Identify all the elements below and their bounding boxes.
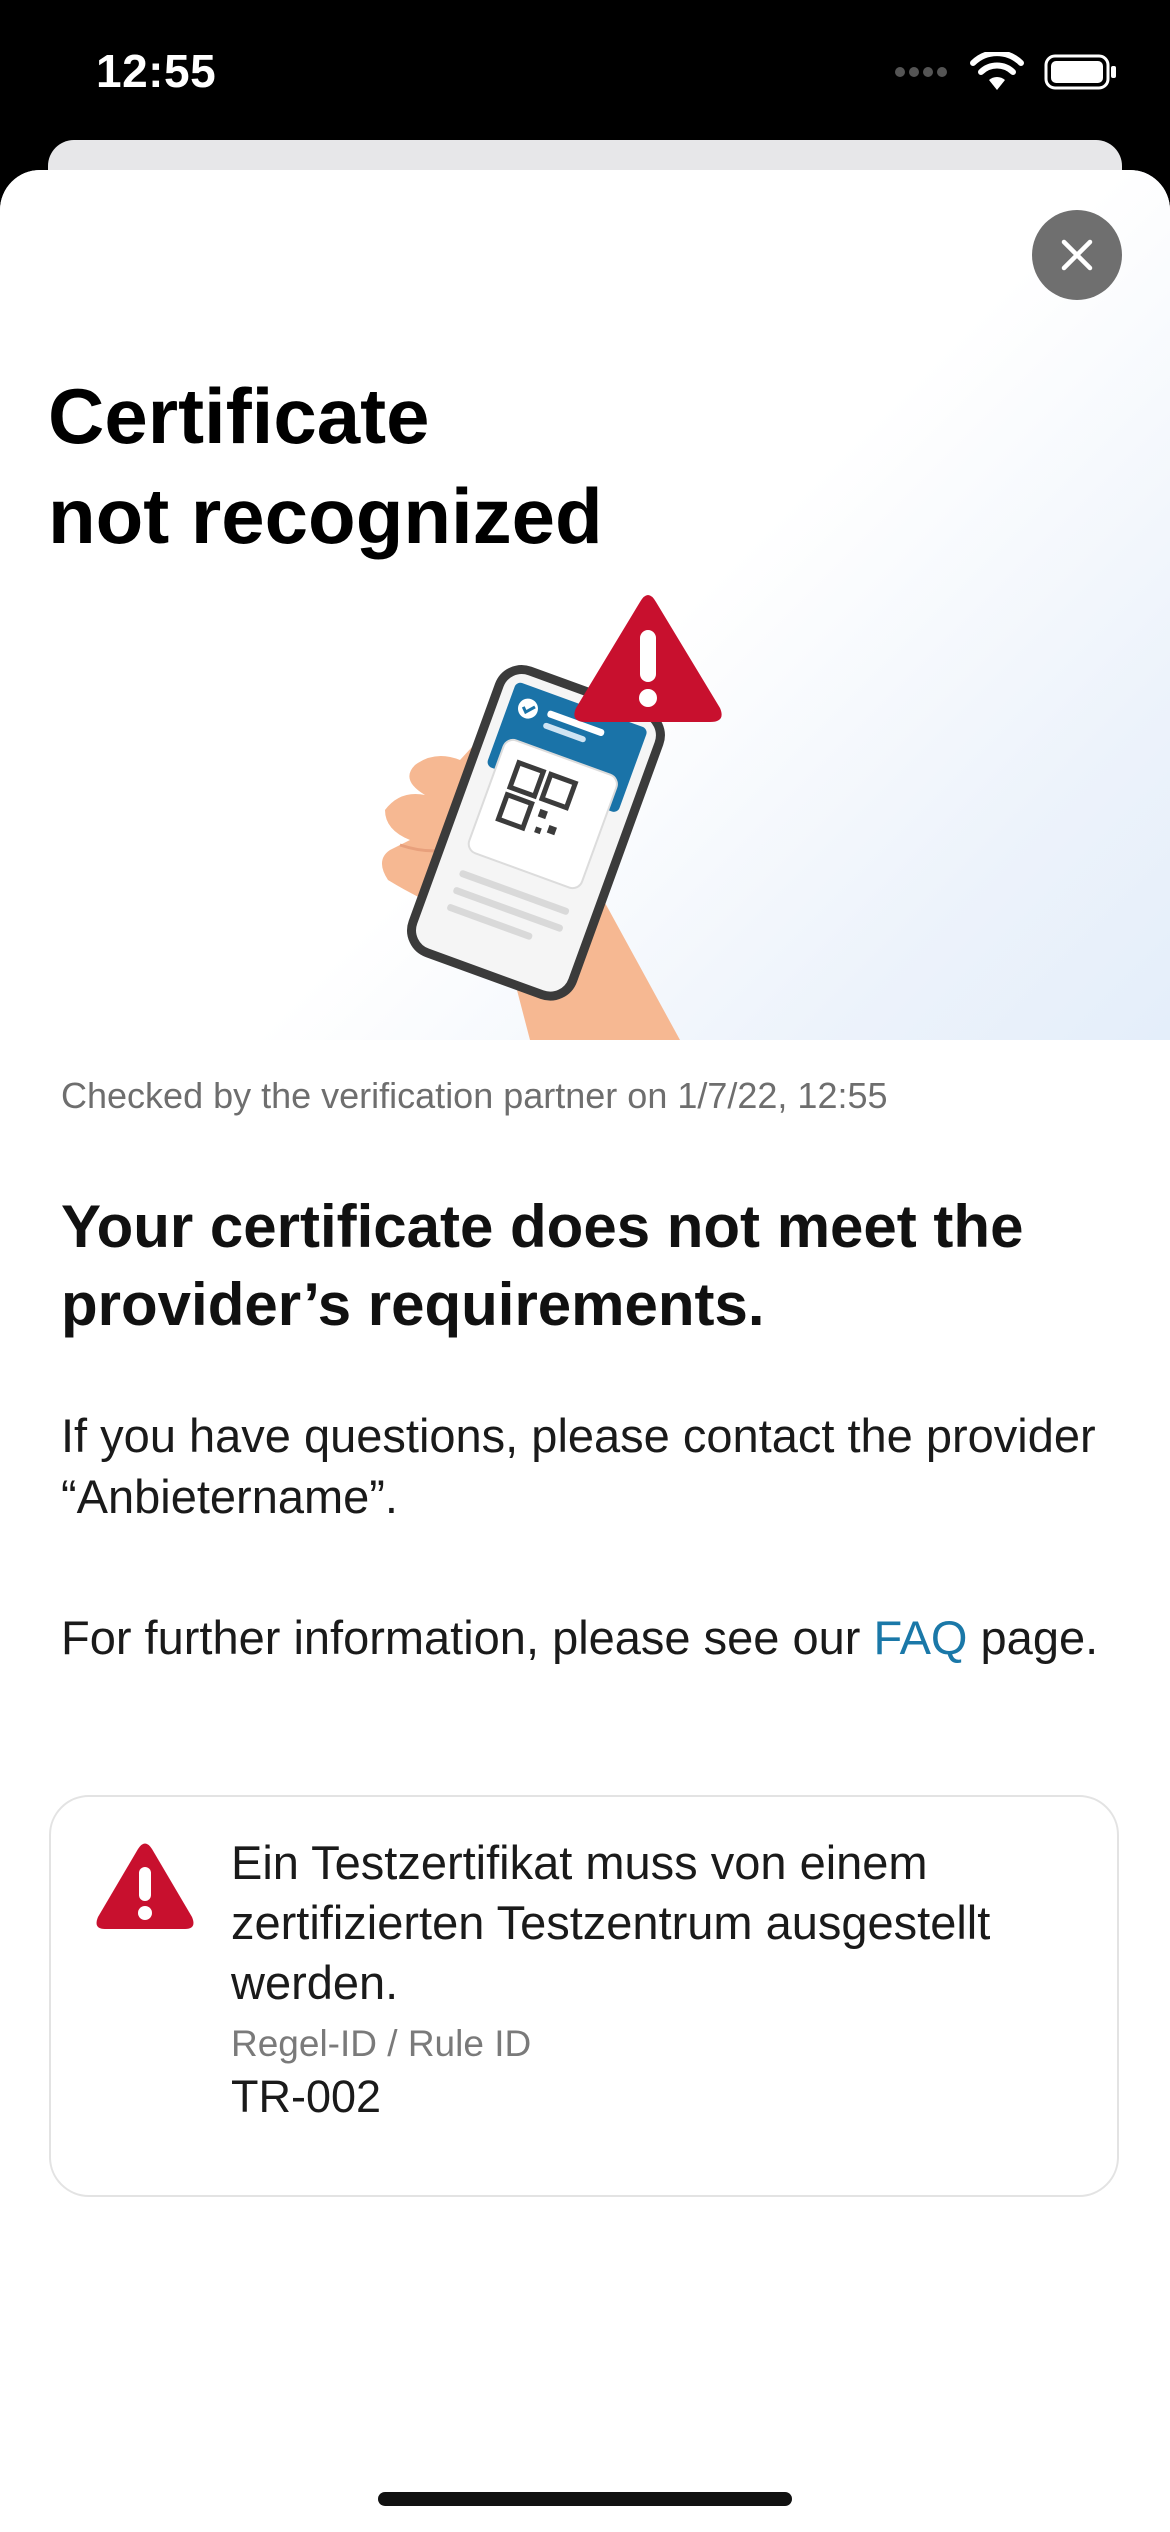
result-sheet: Certificate not recognized Checked by th… [0, 170, 1170, 2532]
home-indicator[interactable] [378, 2492, 792, 2506]
contact-text: If you have questions, please contact th… [61, 1409, 1096, 1523]
rule-id-value: TR-002 [231, 2071, 382, 2122]
warning-icon [96, 1843, 194, 1929]
warning-icon [574, 595, 722, 722]
close-icon [1061, 239, 1093, 271]
rule-message: Ein Testzertifikat muss von einem zertif… [231, 1836, 991, 2009]
faq-paragraph: For further information, please see our … [61, 1607, 1121, 1668]
signal-icon [895, 67, 947, 77]
battery-icon [1044, 54, 1116, 90]
status-bar: 12:55 [0, 0, 1170, 150]
wifi-icon [970, 52, 1024, 90]
title-line-2: not recognized [48, 472, 603, 560]
close-button[interactable] [1032, 210, 1122, 300]
page-title: Certificate not recognized [48, 366, 748, 566]
checked-timestamp: Checked by the verification partner on 1… [61, 1075, 888, 1116]
phone-qr-illustration [381, 595, 722, 1040]
status-time: 12:55 [96, 45, 217, 97]
title-line-1: Certificate [48, 372, 430, 460]
rule-id-label: Regel-ID / Rule ID [231, 2023, 532, 2064]
status-icons [894, 52, 1118, 92]
faq-suffix: page. [967, 1611, 1099, 1664]
faq-link[interactable]: FAQ [873, 1611, 967, 1664]
rule-card: Ein Testzertifikat muss von einem zertif… [49, 1795, 1119, 2197]
faq-prefix: For further information, please see our [61, 1611, 874, 1664]
result-headline: Your certificate does not meet the provi… [61, 1193, 1024, 1338]
